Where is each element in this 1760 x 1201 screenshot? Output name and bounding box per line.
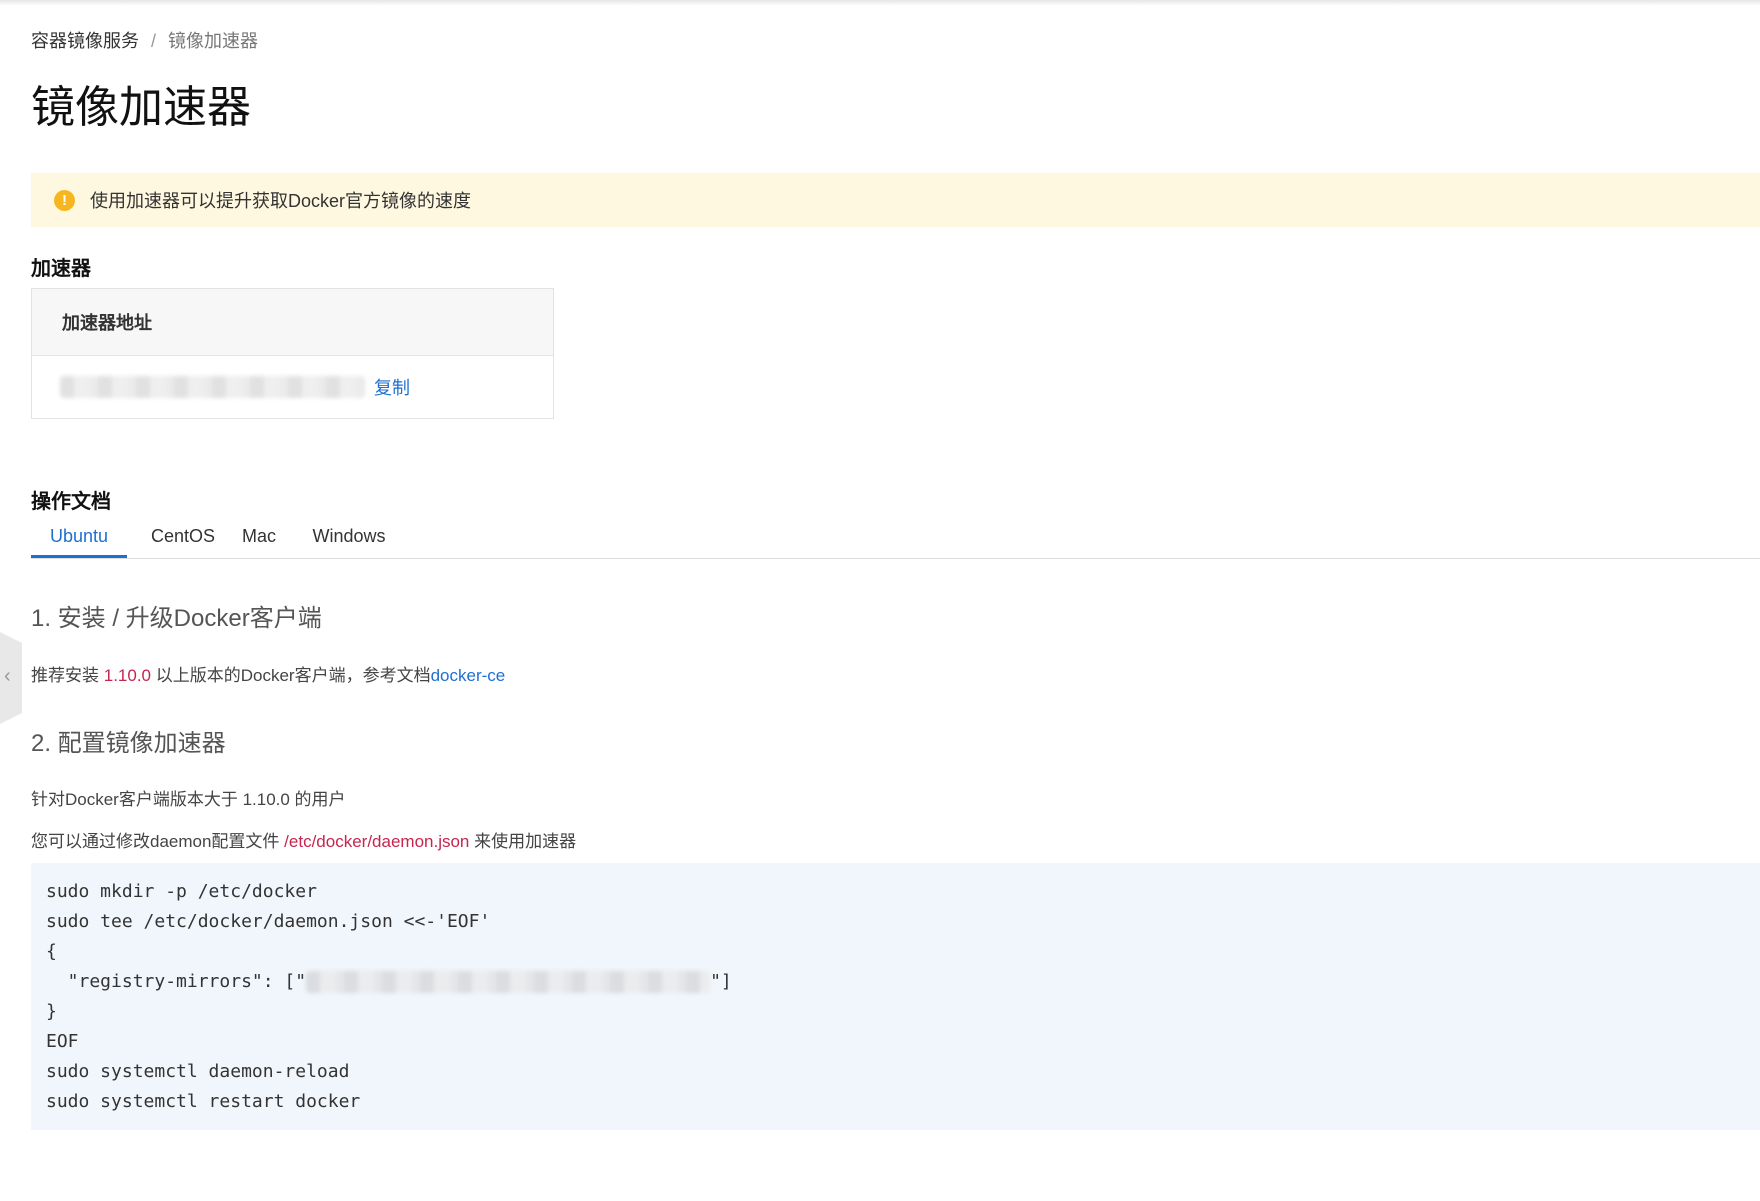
tab-mac[interactable]: Mac <box>239 522 279 558</box>
code-line: { <box>46 941 57 962</box>
os-tabs: Ubuntu CentOS Mac Windows <box>31 522 1760 559</box>
page-title: 镜像加速器 <box>31 83 251 132</box>
warning-icon: ! <box>54 189 75 211</box>
step2-line2: 您可以通过修改daemon配置文件 /etc/docker/daemon.jso… <box>31 827 576 852</box>
step1-text-after: 以上版本的Docker客户端，参考文档 <box>151 666 431 685</box>
notice-text: 使用加速器可以提升获取Docker官方镜像的速度 <box>90 191 472 211</box>
mirror-url-redacted <box>306 971 711 993</box>
step1-text-before: 推荐安装 <box>31 666 104 685</box>
chevron-left-icon: ‹ <box>4 665 11 687</box>
step2-line2-after: 来使用加速器 <box>469 832 577 851</box>
accelerator-address-row: 复制 <box>32 356 553 418</box>
main-content: 容器镜像服务 / 镜像加速器 镜像加速器 ! 使用加速器可以提升获取Docker官方… <box>31 0 1760 1201</box>
code-block: sudo mkdir -p /etc/docker sudo tee /etc/… <box>31 863 1760 1130</box>
accelerator-card: 加速器地址 复制 <box>31 288 554 419</box>
step1-text: 推荐安装 1.10.0 以上版本的Docker客户端，参考文档docker-ce <box>31 661 505 686</box>
daemon-json-path: /etc/docker/daemon.json <box>284 832 470 851</box>
code-line: } <box>46 1001 57 1022</box>
accelerator-address-header: 加速器地址 <box>32 289 553 356</box>
breadcrumb-parent-link[interactable]: 容器镜像服务 <box>31 31 139 51</box>
code-line-registry-prefix: "registry-mirrors": [" <box>46 971 307 992</box>
info-notice: ! 使用加速器可以提升获取Docker官方镜像的速度 <box>31 173 1760 227</box>
code-line: sudo systemctl restart docker <box>46 1091 361 1112</box>
step2-title: 2. 配置镜像加速器 <box>31 730 226 757</box>
code-line-registry-suffix: "] <box>710 971 732 992</box>
code-line: sudo tee /etc/docker/daemon.json <<-'EOF… <box>46 911 491 932</box>
accelerator-address-redacted <box>60 376 365 398</box>
step1-version: 1.10.0 <box>103 666 151 685</box>
tab-centos[interactable]: CentOS <box>143 522 223 558</box>
code-line: sudo mkdir -p /etc/docker <box>46 881 317 902</box>
sidebar-collapse-handle[interactable]: ‹ <box>0 632 22 724</box>
copy-button[interactable]: 复制 <box>374 374 410 400</box>
step2-line2-before: 您可以通过修改daemon配置文件 <box>31 832 285 851</box>
breadcrumb-separator: / <box>151 31 157 51</box>
code-line: EOF <box>46 1031 79 1052</box>
docs-section-title: 操作文档 <box>31 491 111 513</box>
step2-line1: 针对Docker客户端版本大于 1.10.0 的用户 <box>31 790 346 809</box>
accelerator-section-title: 加速器 <box>31 258 91 280</box>
step1-title: 1. 安装 / 升级Docker客户端 <box>31 605 322 632</box>
tab-ubuntu[interactable]: Ubuntu <box>31 522 127 558</box>
code-line-registry-mirrors: "registry-mirrors": [" "] <box>46 967 1760 997</box>
breadcrumb: 容器镜像服务 / 镜像加速器 <box>31 29 258 53</box>
docker-ce-link[interactable]: docker-ce <box>431 666 506 685</box>
breadcrumb-current: 镜像加速器 <box>168 31 259 51</box>
code-line: sudo systemctl daemon-reload <box>46 1061 350 1082</box>
tab-windows[interactable]: Windows <box>309 522 389 558</box>
